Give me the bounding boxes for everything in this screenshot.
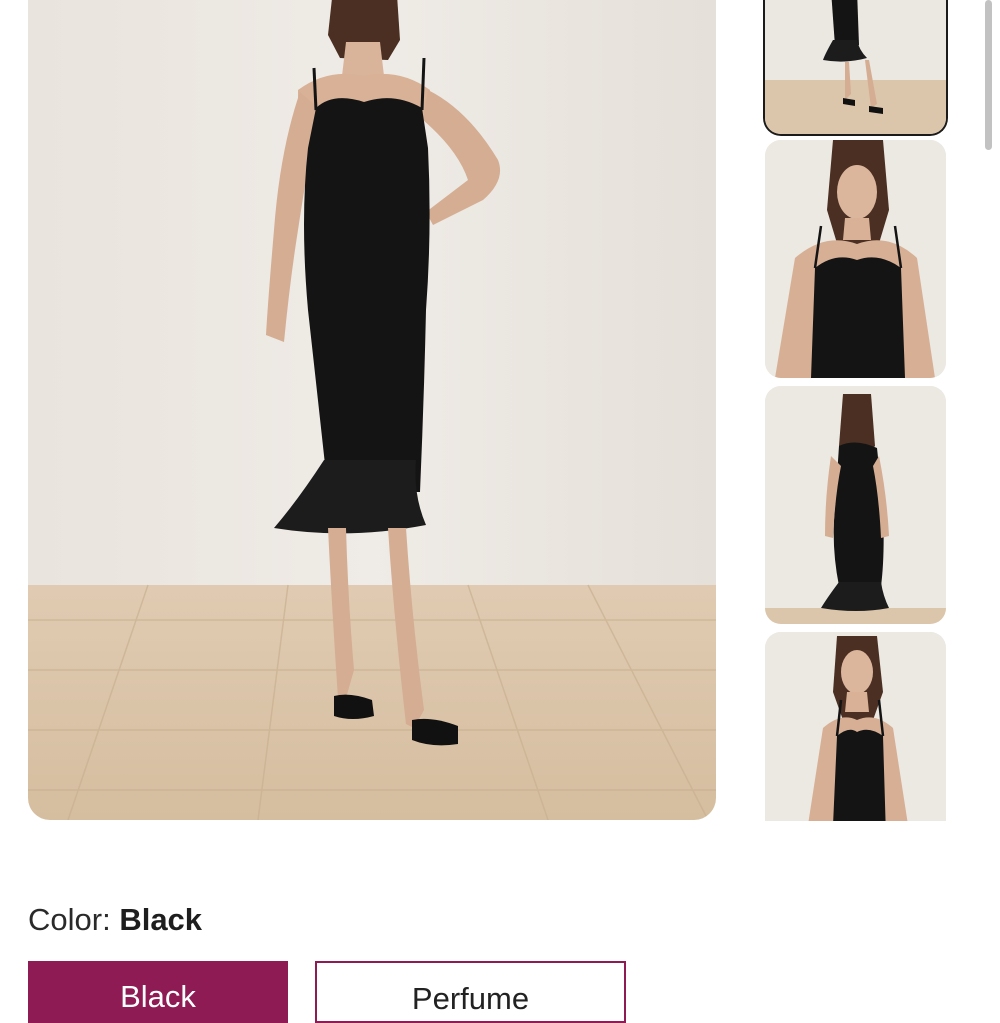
color-option-black[interactable]: Black <box>28 961 288 1023</box>
main-photo-illustration <box>28 0 716 820</box>
thumbnail-closeup[interactable] <box>765 140 946 378</box>
color-label: Color: <box>28 902 120 937</box>
thumbnail-selected[interactable] <box>763 0 948 136</box>
thumbnail-back[interactable] <box>765 386 946 624</box>
thumb-3-illustration <box>765 386 946 624</box>
thumbnail-side[interactable] <box>765 632 946 821</box>
thumb-4-illustration <box>765 632 946 821</box>
page-scrollbar[interactable] <box>985 0 992 150</box>
color-option-black-label: Black <box>120 979 196 1014</box>
thumb-1-illustration <box>765 0 946 134</box>
color-selection-label: Color: Black <box>28 902 202 938</box>
color-selected-value: Black <box>119 902 203 937</box>
product-main-image[interactable] <box>28 0 716 820</box>
thumbnail-strip <box>763 0 949 821</box>
color-option-perfume[interactable]: Perfume <box>315 961 626 1023</box>
color-option-perfume-label: Perfume <box>411 981 530 1016</box>
thumb-2-illustration <box>765 140 946 378</box>
